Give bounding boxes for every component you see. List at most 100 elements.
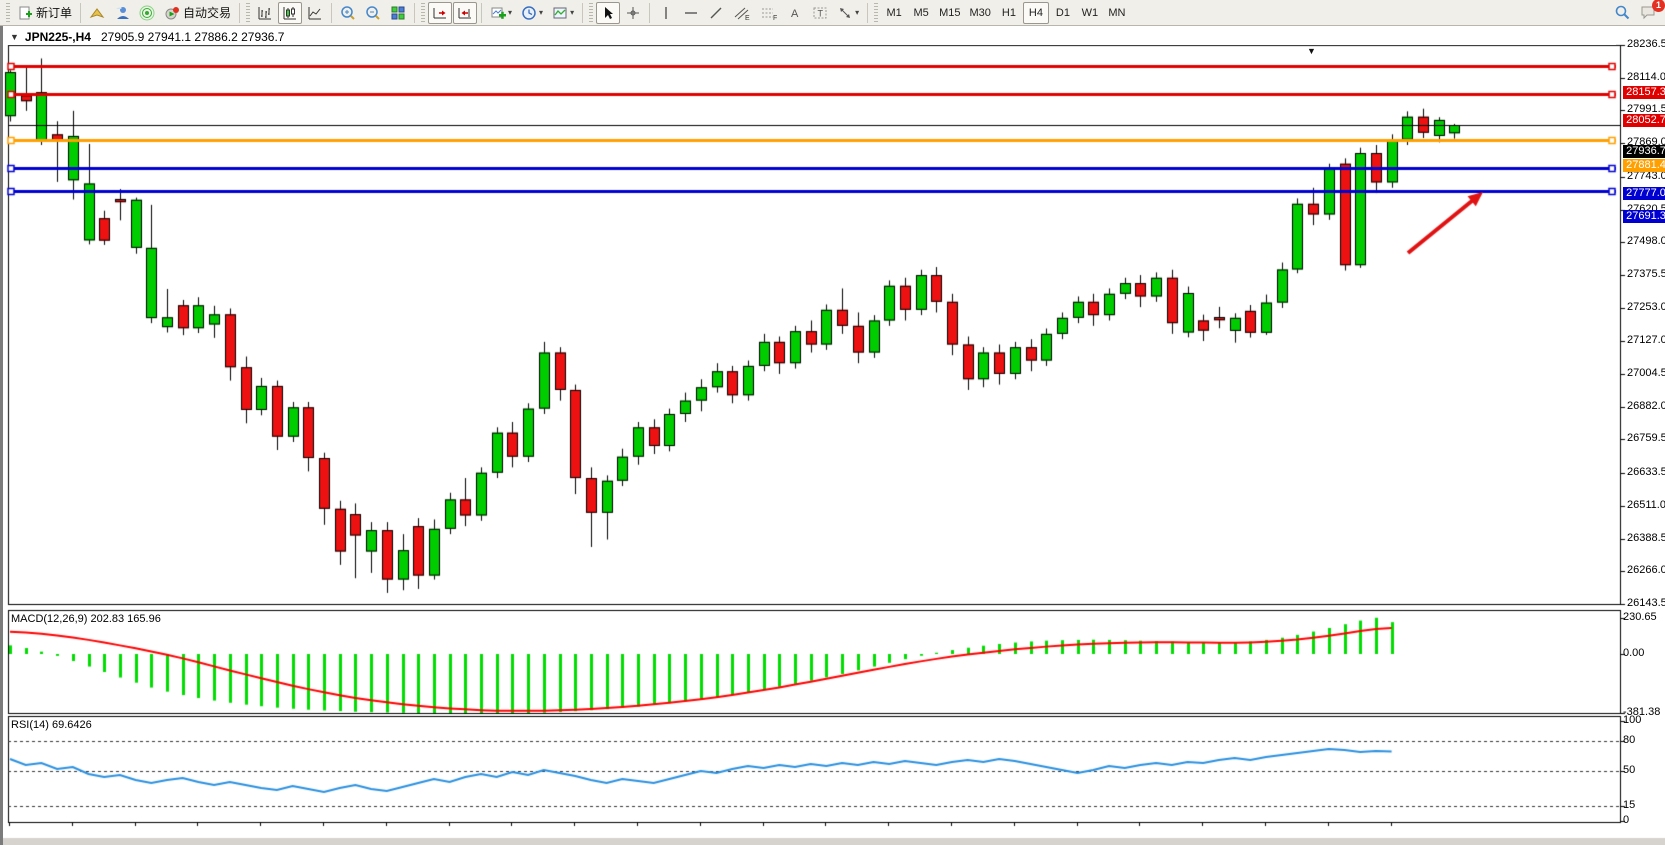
timeframe-m30-button[interactable]: M30 bbox=[966, 2, 995, 24]
channel-tool-button[interactable]: E bbox=[729, 2, 755, 24]
crosshair-tool-button[interactable] bbox=[621, 2, 645, 24]
toolbar-grip[interactable] bbox=[589, 3, 593, 23]
arrows-tool-button[interactable]: ▾ bbox=[833, 2, 863, 24]
timeframe-m5-button[interactable]: M5 bbox=[908, 2, 934, 24]
indicators-icon bbox=[490, 5, 506, 21]
price-tick-label: 26143.5 bbox=[1627, 597, 1665, 609]
templates-button[interactable]: ▾ bbox=[548, 2, 578, 24]
chart-shift-marker[interactable]: ▼ bbox=[1307, 46, 1316, 56]
timeframe-h1-button[interactable]: H1 bbox=[996, 2, 1022, 24]
zoom-in-button[interactable] bbox=[336, 2, 360, 24]
template-icon bbox=[552, 5, 568, 21]
zoom-out-button[interactable] bbox=[361, 2, 385, 24]
rsi-indicator-label: RSI(14) 69.6426 bbox=[11, 719, 92, 731]
price-tick-label: 28114.0 bbox=[1627, 71, 1665, 83]
text-tool-button[interactable]: A bbox=[783, 2, 807, 24]
new-order-button[interactable]: 新订单 bbox=[13, 2, 76, 24]
equidistant-channel-icon: E bbox=[733, 5, 751, 21]
toolbar-grip[interactable] bbox=[246, 3, 250, 23]
chart-collapse-icon[interactable]: ▼ bbox=[10, 32, 19, 42]
tile-windows-icon bbox=[390, 5, 406, 21]
hline-price-tag[interactable]: 27691.3 bbox=[1623, 210, 1665, 223]
rsi-tick-label: 0 bbox=[1623, 814, 1629, 826]
arrows-icon bbox=[837, 5, 853, 21]
dropdown-caret-icon: ▾ bbox=[855, 8, 859, 17]
separator bbox=[582, 3, 583, 23]
indicators-button[interactable]: ▾ bbox=[486, 2, 516, 24]
svg-text:A: A bbox=[791, 8, 799, 20]
search-button[interactable] bbox=[1610, 2, 1635, 24]
vertical-line-icon bbox=[659, 5, 673, 21]
zoom-out-icon bbox=[365, 5, 381, 21]
timeframe-d1-button[interactable]: D1 bbox=[1050, 2, 1076, 24]
signal-icon bbox=[139, 5, 155, 21]
fibonacci-tool-button[interactable]: F bbox=[756, 2, 782, 24]
auto-scroll-button[interactable] bbox=[428, 2, 452, 24]
hline-price-tag[interactable]: 27777.0 bbox=[1623, 187, 1665, 200]
trendline-tool-button[interactable] bbox=[704, 2, 728, 24]
fibonacci-icon: F bbox=[760, 5, 778, 21]
dropdown-caret-icon: ▾ bbox=[539, 8, 543, 17]
hline-price-tag[interactable]: 28157.3 bbox=[1623, 86, 1665, 99]
person-icon bbox=[114, 5, 130, 21]
toolbar-grip[interactable] bbox=[874, 3, 878, 23]
current-price-tag[interactable]: 27936.7 bbox=[1623, 145, 1665, 158]
line-chart-button[interactable] bbox=[303, 2, 327, 24]
toolbar-grip[interactable] bbox=[6, 3, 10, 23]
macd-tick-label: 0.00 bbox=[1623, 647, 1644, 659]
trader-community-button[interactable] bbox=[110, 2, 134, 24]
toolbar-grip[interactable] bbox=[421, 3, 425, 23]
separator bbox=[649, 3, 650, 23]
vertical-line-tool-button[interactable] bbox=[654, 2, 678, 24]
autotrade-icon bbox=[164, 5, 180, 21]
new-order-label: 新订单 bbox=[36, 4, 72, 21]
periods-button[interactable]: ▾ bbox=[517, 2, 547, 24]
clock-icon bbox=[521, 5, 537, 21]
search-icon bbox=[1614, 4, 1631, 21]
bar-chart-button[interactable] bbox=[253, 2, 277, 24]
price-tick-label: 27375.5 bbox=[1627, 268, 1665, 280]
market-watch-button[interactable] bbox=[85, 2, 109, 24]
hline-price-tag[interactable]: 27881.4 bbox=[1623, 159, 1665, 172]
svg-text:F: F bbox=[773, 15, 777, 21]
chart-canvas[interactable] bbox=[3, 26, 1665, 845]
price-tick-label: 26759.5 bbox=[1627, 432, 1665, 444]
price-tick-label: 26266.0 bbox=[1627, 564, 1665, 576]
price-tick-label: 28236.5 bbox=[1627, 38, 1665, 50]
price-tick-label: 26388.5 bbox=[1627, 532, 1665, 544]
macd-tick-label: 230.65 bbox=[1623, 611, 1657, 623]
price-tick-label: 27004.5 bbox=[1627, 367, 1665, 379]
rsi-tick-label: 80 bbox=[1623, 734, 1635, 746]
chart-window: ▼ JPN225-,H4 27905.9 27941.1 27886.2 279… bbox=[0, 26, 1665, 845]
timeframe-m15-button[interactable]: M15 bbox=[935, 2, 964, 24]
timeframe-mn-button[interactable]: MN bbox=[1104, 2, 1130, 24]
tile-windows-button[interactable] bbox=[386, 2, 410, 24]
separator bbox=[867, 3, 868, 23]
trendline-icon bbox=[708, 5, 724, 21]
signals-button[interactable] bbox=[135, 2, 159, 24]
notifications-button[interactable]: 1 bbox=[1636, 2, 1661, 24]
auto-scroll-icon bbox=[432, 5, 448, 21]
price-tick-label: 27253.0 bbox=[1627, 301, 1665, 313]
crosshair-icon bbox=[625, 5, 641, 21]
chart-title-bar[interactable]: ▼ JPN225-,H4 27905.9 27941.1 27886.2 279… bbox=[6, 28, 1616, 45]
price-tick-label: 26633.5 bbox=[1627, 466, 1665, 478]
book-icon bbox=[89, 5, 105, 21]
rsi-tick-label: 15 bbox=[1623, 799, 1635, 811]
timeframe-h4-button[interactable]: H4 bbox=[1023, 2, 1049, 24]
timeframe-w1-button[interactable]: W1 bbox=[1077, 2, 1103, 24]
chart-shift-button[interactable] bbox=[453, 2, 477, 24]
zoom-in-icon bbox=[340, 5, 356, 21]
timeframe-m1-button[interactable]: M1 bbox=[881, 2, 907, 24]
cursor-tool-button[interactable] bbox=[596, 2, 620, 24]
hline-price-tag[interactable]: 28052.7 bbox=[1623, 114, 1665, 127]
autotrade-button[interactable]: 自动交易 bbox=[160, 2, 235, 24]
cursor-icon bbox=[600, 5, 616, 21]
horizontal-line-tool-button[interactable] bbox=[679, 2, 703, 24]
price-tick-label: 26511.0 bbox=[1627, 499, 1665, 511]
separator bbox=[80, 3, 81, 23]
line-chart-icon bbox=[307, 5, 323, 21]
label-tool-button[interactable]: T bbox=[808, 2, 832, 24]
candlestick-chart-button[interactable] bbox=[278, 2, 302, 24]
separator bbox=[331, 3, 332, 23]
